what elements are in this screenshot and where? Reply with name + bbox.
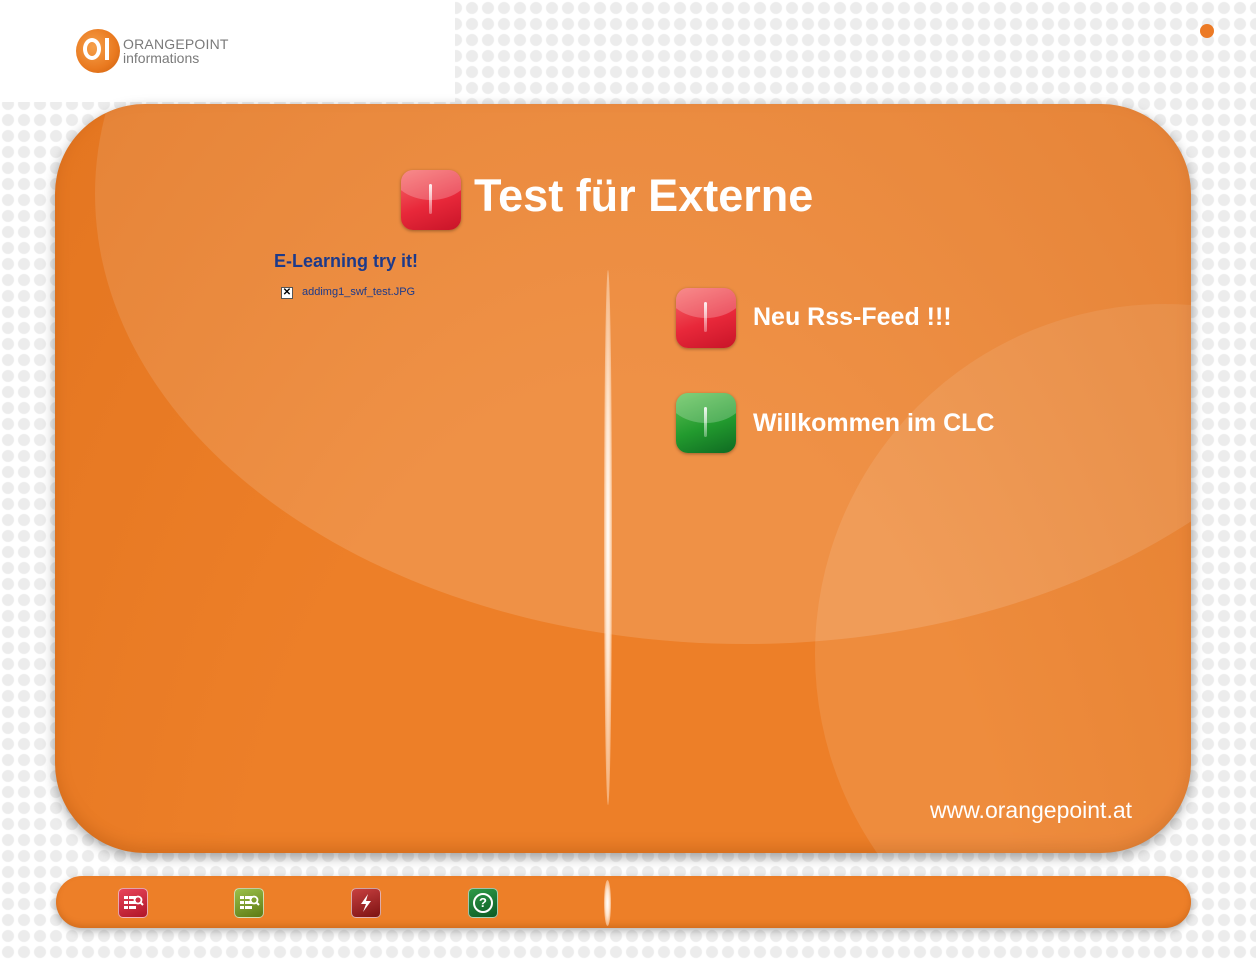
green-gem-icon[interactable] xyxy=(676,393,736,453)
list-search-icon[interactable] xyxy=(118,888,148,918)
broken-image-icon: ✕ xyxy=(281,287,293,299)
folder-search-icon[interactable] xyxy=(234,888,264,918)
vertical-divider xyxy=(604,270,612,805)
help-glyph: ? xyxy=(473,893,493,913)
page-title: Test für Externe xyxy=(474,170,814,221)
red-gem-icon xyxy=(401,170,461,230)
broken-image[interactable]: ✕ addimg1_swf_test.JPG xyxy=(281,286,415,299)
orangepoint-logo-icon xyxy=(76,29,120,73)
list-search-glyph xyxy=(124,895,144,909)
news-item-welcome[interactable]: Willkommen im CLC xyxy=(753,409,994,438)
red-gem-icon[interactable] xyxy=(676,288,736,348)
logo-line-2: informations xyxy=(123,50,200,66)
flash-icon[interactable] xyxy=(351,888,381,918)
image-filename: addimg1_swf_test.JPG xyxy=(302,286,416,298)
decorative-dot-icon xyxy=(1200,24,1214,38)
news-item-rss-feed[interactable]: Neu Rss-Feed !!! xyxy=(753,303,952,332)
elearning-heading-link[interactable]: E-Learning try it! xyxy=(274,251,418,272)
help-icon[interactable]: ? xyxy=(468,888,498,918)
orangepoint-logo[interactable]: ORANGEPOINT informations xyxy=(76,29,229,73)
folder-search-glyph xyxy=(240,895,260,909)
toolbar-divider xyxy=(604,880,611,926)
logo-text: ORANGEPOINT informations xyxy=(123,37,229,65)
bottom-toolbar xyxy=(56,876,1191,928)
website-url[interactable]: www.orangepoint.at xyxy=(930,797,1132,824)
flash-glyph xyxy=(361,894,371,912)
logo-line-1: ORANGEPOINT xyxy=(123,36,229,52)
